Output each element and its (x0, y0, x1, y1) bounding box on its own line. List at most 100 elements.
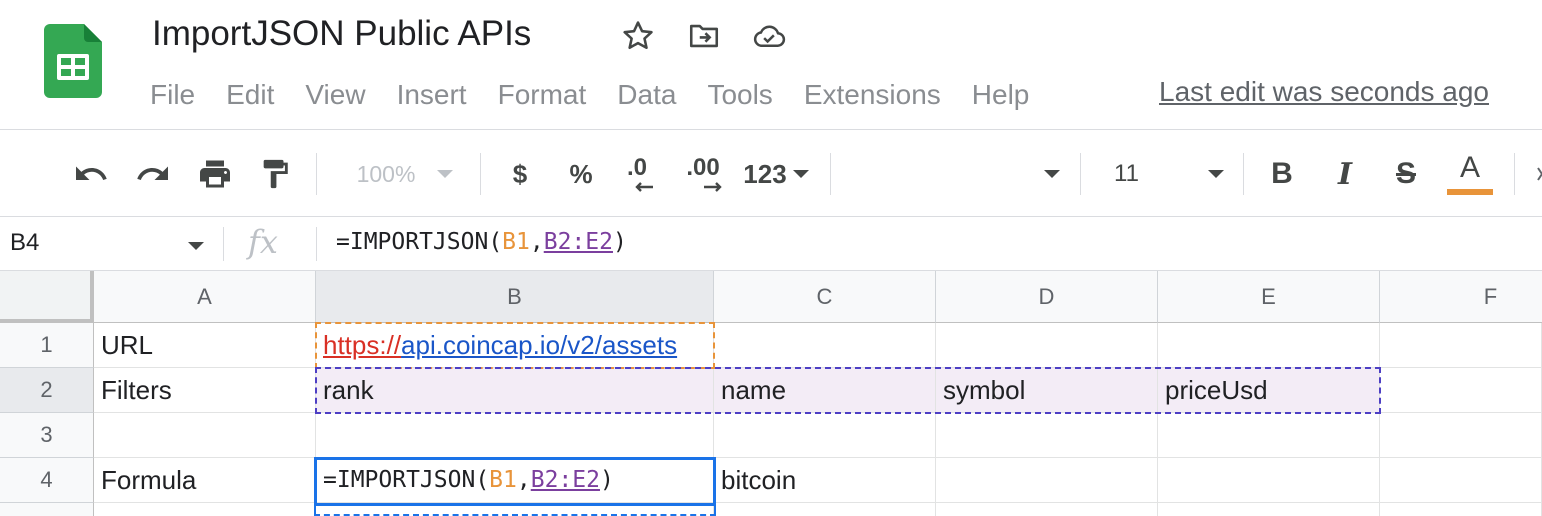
percent-format-button[interactable]: % (561, 131, 601, 217)
toolbar-divider (480, 153, 481, 195)
cell-c5[interactable] (714, 503, 936, 516)
cell-b5[interactable] (316, 503, 714, 516)
formula-bar-divider (316, 227, 317, 261)
cell-f3[interactable] (1380, 413, 1542, 458)
increase-decimal-button[interactable]: .00 (678, 131, 728, 217)
strikethrough-button[interactable]: S (1386, 131, 1426, 217)
row-header-5[interactable] (0, 503, 94, 516)
last-edit-link[interactable]: Last edit was seconds ago (1159, 76, 1489, 108)
cell-a4[interactable]: Formula (94, 458, 316, 503)
decrease-decimal-button[interactable]: .0 (615, 131, 659, 217)
select-all-corner[interactable] (0, 271, 94, 323)
column-header-e[interactable]: E (1158, 271, 1380, 323)
name-box[interactable]: B4 (10, 229, 39, 257)
star-icon[interactable] (620, 18, 656, 54)
more-formats-button[interactable]: 123 (740, 131, 812, 217)
toolbar-divider (316, 153, 317, 195)
cell-b3[interactable] (316, 413, 714, 458)
title-bar: ImportJSON Public APIs File Edit View In… (0, 0, 1542, 130)
more-toolbar-icon[interactable] (1528, 131, 1542, 217)
font-size-value: 11 (1114, 160, 1139, 187)
document-title[interactable]: ImportJSON Public APIs (152, 14, 531, 54)
row-header-4[interactable]: 4 (0, 458, 94, 503)
cell-d3[interactable] (936, 413, 1158, 458)
menu-view[interactable]: View (305, 79, 365, 111)
cell-e4[interactable] (1158, 458, 1380, 503)
cell-d4[interactable] (936, 458, 1158, 503)
row-header-1[interactable]: 1 (0, 323, 94, 368)
toolbar: 100% $ % .0 .00 123 11 B I S A (0, 131, 1542, 217)
undo-icon[interactable] (68, 131, 114, 217)
text-color-button[interactable]: A (1446, 131, 1494, 217)
formula-bar-divider (223, 227, 224, 261)
menu-insert[interactable]: Insert (397, 79, 467, 111)
column-header-b[interactable]: B (316, 271, 714, 323)
menu-edit[interactable]: Edit (226, 79, 274, 111)
move-to-folder-icon[interactable] (686, 18, 722, 54)
sheets-logo-icon[interactable] (44, 24, 102, 98)
menu-tools[interactable]: Tools (707, 79, 772, 111)
cell-b1[interactable]: https://api.coincap.io/v2/assets (316, 323, 714, 368)
font-size-select[interactable]: 11 (1100, 131, 1230, 217)
cell-f2[interactable] (1380, 368, 1542, 413)
toolbar-divider (1243, 153, 1244, 195)
toolbar-divider (830, 153, 831, 195)
column-header-d[interactable]: D (936, 271, 1158, 323)
cell-c3[interactable] (714, 413, 936, 458)
column-header-c[interactable]: C (714, 271, 936, 323)
menu-help[interactable]: Help (972, 79, 1030, 111)
menu-file[interactable]: File (150, 79, 195, 111)
cell-b2[interactable]: rank (316, 368, 714, 413)
cell-c2[interactable]: name (714, 368, 936, 413)
cell-e3[interactable] (1158, 413, 1380, 458)
cell-d5[interactable] (936, 503, 1158, 516)
chevron-down-icon (792, 170, 809, 178)
menu-data[interactable]: Data (617, 79, 676, 111)
arrow-left-icon (635, 182, 653, 192)
cell-e5[interactable] (1158, 503, 1380, 516)
paint-format-icon[interactable] (252, 131, 298, 217)
menu-bar: File Edit View Insert Format Data Tools … (150, 76, 1060, 114)
column-header-f[interactable]: F (1380, 271, 1542, 323)
cell-f1[interactable] (1380, 323, 1542, 368)
spreadsheet-grid: A B C D E F 1 2 3 4 URL https://api.coin… (0, 271, 1542, 516)
cell-d2[interactable]: symbol (936, 368, 1158, 413)
cell-b4[interactable]: =IMPORTJSON(B1, B2:E2) (316, 458, 714, 503)
italic-button[interactable]: I (1325, 131, 1365, 217)
fx-icon: fx (248, 223, 278, 261)
cell-a3[interactable] (94, 413, 316, 458)
redo-icon[interactable] (130, 131, 176, 217)
print-icon[interactable] (192, 131, 238, 217)
arrow-right-icon (704, 182, 722, 192)
font-family-select[interactable] (840, 131, 1070, 217)
cell-e2[interactable]: priceUsd (1158, 368, 1380, 413)
currency-format-button[interactable]: $ (500, 131, 540, 217)
text-color-swatch (1447, 189, 1493, 195)
cell-a5[interactable] (94, 503, 316, 516)
menu-extensions[interactable]: Extensions (804, 79, 941, 111)
chevron-down-icon[interactable] (188, 241, 204, 251)
menu-format[interactable]: Format (498, 79, 587, 111)
cell-d1[interactable] (936, 323, 1158, 368)
cloud-saved-icon[interactable] (751, 18, 787, 54)
cell-c4[interactable]: bitcoin (714, 458, 936, 503)
zoom-value: 100% (356, 160, 416, 187)
chevron-down-icon (1044, 170, 1060, 178)
chevron-down-icon (437, 170, 454, 178)
cell-a2[interactable]: Filters (94, 368, 316, 413)
zoom-select[interactable]: 100% (340, 131, 470, 217)
chevron-down-icon (1208, 170, 1224, 178)
row-header-2[interactable]: 2 (0, 368, 94, 413)
toolbar-divider (1514, 153, 1515, 195)
row-header-3[interactable]: 3 (0, 413, 94, 458)
cell-a1[interactable]: URL (94, 323, 316, 368)
cell-f5[interactable] (1380, 503, 1542, 516)
column-header-a[interactable]: A (94, 271, 316, 323)
formula-input[interactable]: =IMPORTJSON(B1,B2:E2) (336, 229, 627, 255)
toolbar-divider (1080, 153, 1081, 195)
bold-button[interactable]: B (1262, 131, 1302, 217)
cell-e1[interactable] (1158, 323, 1380, 368)
url-link[interactable]: api.coincap.io/v2/assets (401, 330, 677, 361)
cell-c1[interactable] (714, 323, 936, 368)
cell-f4[interactable] (1380, 458, 1542, 503)
